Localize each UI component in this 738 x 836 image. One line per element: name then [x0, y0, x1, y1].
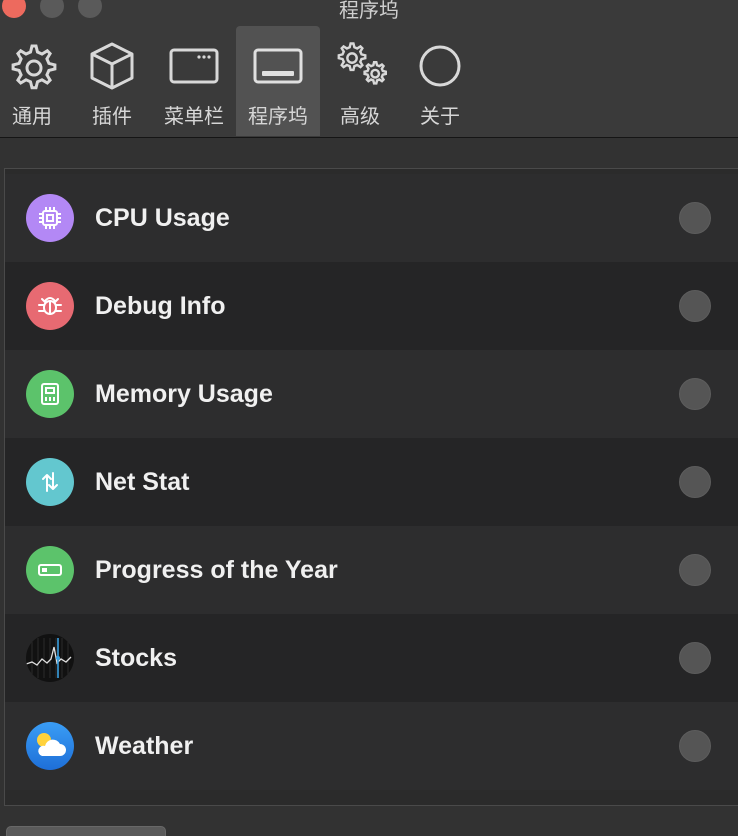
list-item-memory-usage: Memory Usage [5, 350, 738, 438]
menubar-icon [164, 36, 224, 96]
tab-plugins[interactable]: 插件 [70, 26, 154, 136]
enable-toggle[interactable] [679, 730, 711, 762]
up-down-arrows-icon [26, 458, 74, 506]
enable-toggle[interactable] [679, 202, 711, 234]
gears-icon [330, 36, 390, 96]
widget-label: Net Stat [95, 467, 190, 496]
gear-icon [2, 36, 62, 96]
widget-label: Weather [95, 731, 194, 760]
tab-label: 菜单栏 [164, 104, 224, 128]
memory-icon [26, 370, 74, 418]
list-item-net-stat: Net Stat [5, 438, 738, 526]
bug-icon [26, 282, 74, 330]
list-item-weather: Weather [5, 702, 738, 790]
enable-toggle[interactable] [679, 554, 711, 586]
tab-dock[interactable]: 程序坞 [236, 26, 320, 136]
list-item-cpu-usage: CPU Usage [5, 174, 738, 262]
tab-advanced[interactable]: 高级 [318, 26, 402, 136]
widget-label: Memory Usage [95, 379, 273, 408]
cpu-chip-icon [26, 194, 74, 242]
tab-about[interactable]: 关于 [398, 26, 482, 136]
dock-icon [248, 36, 308, 96]
tab-label: 插件 [92, 104, 132, 128]
stocks-icon [26, 634, 74, 682]
widget-list: CPU Usage Debug Info Memory Usage Net St… [4, 168, 738, 806]
title-bar: 程序坞 通用 插件 菜单栏 程序坞 高级 关于 [0, 0, 738, 138]
enable-toggle[interactable] [679, 642, 711, 674]
widget-label: Debug Info [95, 291, 226, 320]
list-item-debug-info: Debug Info [5, 262, 738, 350]
circle-icon [410, 36, 470, 96]
tab-label: 程序坞 [248, 104, 308, 128]
tab-general[interactable]: 通用 [0, 26, 74, 136]
widget-label: CPU Usage [95, 203, 230, 232]
enable-toggle[interactable] [679, 378, 711, 410]
cube-icon [82, 36, 142, 96]
progress-bar-icon [26, 546, 74, 594]
tab-label: 关于 [420, 104, 460, 128]
cloud-sun-icon [26, 722, 74, 770]
bottom-action-button[interactable] [6, 826, 166, 836]
enable-toggle[interactable] [679, 466, 711, 498]
widget-label: Stocks [95, 643, 177, 672]
enable-toggle[interactable] [679, 290, 711, 322]
widget-label: Progress of the Year [95, 555, 338, 584]
window-title: 程序坞 [339, 0, 399, 22]
tab-label: 通用 [12, 104, 52, 128]
list-item-progress-of-the-year: Progress of the Year [5, 526, 738, 614]
preferences-window: 程序坞 通用 插件 菜单栏 程序坞 高级 关于 CPU Usage Debug … [0, 0, 738, 836]
list-item-stocks: Stocks [5, 614, 738, 702]
tab-label: 高级 [340, 104, 380, 128]
tab-menubar[interactable]: 菜单栏 [152, 26, 236, 136]
